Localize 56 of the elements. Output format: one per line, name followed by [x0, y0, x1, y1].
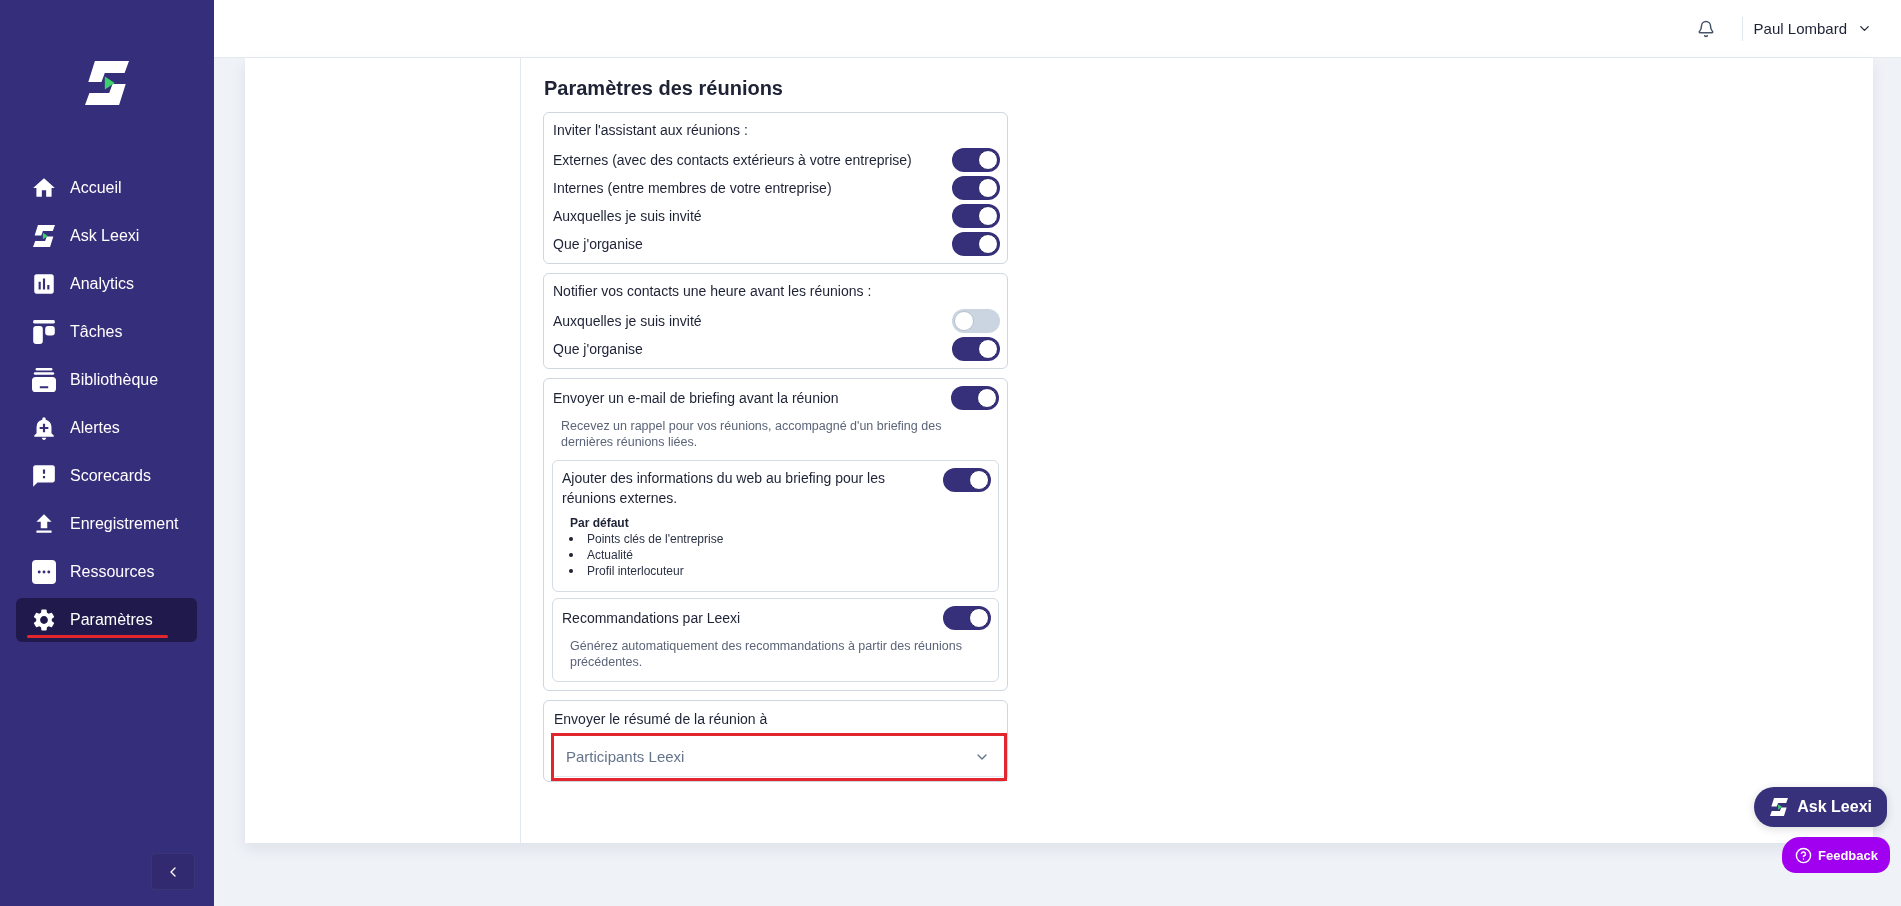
nav-item[interactable]: Ressources: [16, 550, 197, 594]
toggle-switch[interactable]: [952, 232, 1000, 256]
option-label: Auxquelles je suis invité: [553, 313, 702, 329]
toggle-switch[interactable]: [952, 204, 1000, 228]
nav-item[interactable]: Paramètres: [16, 598, 197, 642]
toggle-switch[interactable]: [952, 309, 1000, 333]
option-label: Auxquelles je suis invité: [553, 208, 702, 224]
nav-item[interactable]: Alertes: [16, 406, 197, 450]
nav-item[interactable]: Accueil: [16, 166, 197, 210]
bullet-icon: [569, 537, 573, 541]
option-label: Internes (entre membres de votre entreprise): [553, 180, 832, 196]
logo-icon[interactable]: [85, 61, 129, 105]
toggle-switch[interactable]: [951, 386, 999, 410]
ask-leexi-button[interactable]: Ask Leexi: [1754, 787, 1887, 827]
toggle-switch[interactable]: [952, 176, 1000, 200]
list-item: Points clés de l'entreprise: [587, 532, 724, 546]
help-icon: [1795, 846, 1812, 864]
archive-icon: [32, 368, 56, 392]
toggle-switch[interactable]: [952, 337, 1000, 361]
page-title: Paramètres des réunions: [544, 76, 784, 100]
nav-item[interactable]: Scorecards: [16, 454, 197, 498]
option-label: Que j'organise: [553, 236, 643, 252]
alert-message-icon: [31, 463, 57, 489]
defaults-title: Par défaut: [570, 515, 630, 531]
toggle-switch[interactable]: [952, 148, 1000, 172]
option-label: Recommandations par Leexi: [562, 609, 741, 628]
feedback-button[interactable]: Feedback: [1782, 837, 1890, 873]
list-item: Actualité: [587, 548, 634, 562]
option-label: Que j'organise: [553, 341, 643, 357]
option-label: Externes (avec des contacts extérieurs à votre entreprise): [553, 152, 912, 168]
dots-icon: [32, 560, 56, 584]
bullet-icon: [569, 569, 573, 573]
user-menu[interactable]: Paul Lombard: [1753, 20, 1872, 37]
nav-item[interactable]: Enregistrement: [16, 502, 197, 546]
toggle-switch[interactable]: [943, 606, 991, 630]
bell-icon[interactable]: [1696, 19, 1715, 38]
logo-icon: [33, 225, 55, 247]
nav-item[interactable]: Bibliothèque: [16, 358, 197, 402]
toggle-switch[interactable]: [943, 468, 991, 492]
group-label: Inviter l'assistant aux réunions :: [553, 121, 749, 140]
bell-plus-icon: [31, 415, 57, 441]
nav-item[interactable]: Tâches: [16, 310, 197, 354]
logo-icon: [1770, 798, 1789, 816]
option-description: Recevez un rappel pour vos réunions, accompagné d'un briefing des dernières réunions liées.: [561, 418, 943, 450]
group-label: Notifier vos contacts une heure avant les réunions :: [553, 282, 873, 301]
bullet-icon: [569, 553, 573, 557]
kanban-icon: [32, 320, 56, 344]
option-label: Envoyer un e-mail de briefing avant la réunion: [553, 389, 839, 408]
nav-item[interactable]: Ask Leexi: [16, 214, 197, 258]
select-label: Envoyer le résumé de la réunion à: [554, 710, 769, 729]
bar-chart-icon: [31, 271, 57, 297]
list-item: Profil interlocuteur: [587, 564, 684, 578]
settings-icon: [31, 607, 57, 633]
option-label: Ajouter des informations du web au briefing pour les réunions externes.: [562, 469, 886, 508]
option-description: Générez automatiquement des recommandations à partir des réunions précédentes.: [570, 638, 963, 670]
nav-item[interactable]: Analytics: [16, 262, 197, 306]
